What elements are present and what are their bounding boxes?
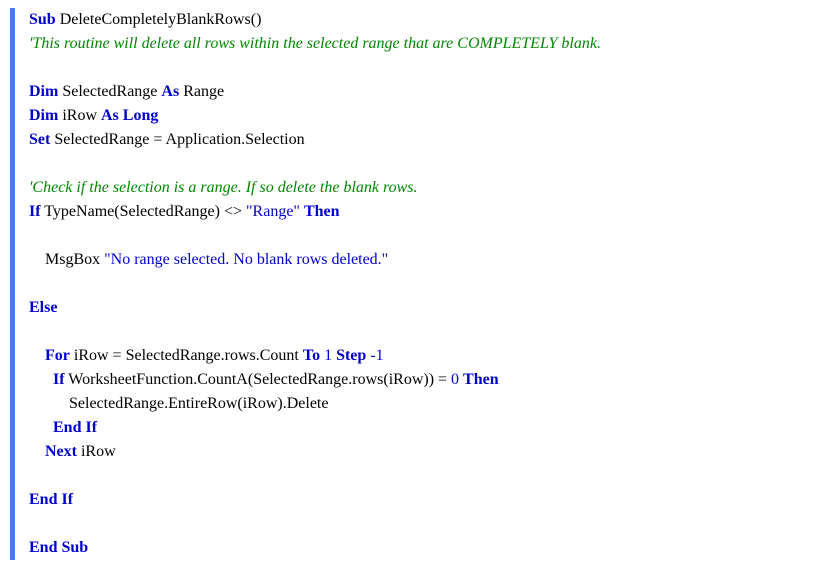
keyword-else: Else xyxy=(29,299,57,316)
expression: TypeName(SelectedRange) <> xyxy=(41,203,246,220)
code-line: End If xyxy=(29,488,814,512)
identifier: iRow xyxy=(58,107,101,124)
code-line: Else xyxy=(29,296,814,320)
keyword-then: Then xyxy=(304,203,340,220)
code-line: SelectedRange.EntireRow(iRow).Delete xyxy=(29,392,814,416)
code-line: If TypeName(SelectedRange) <> "Range" Th… xyxy=(29,200,814,224)
indent xyxy=(29,347,45,364)
keyword-as-long: As Long xyxy=(101,107,158,124)
code-line: MsgBox "No range selected. No blank rows… xyxy=(29,248,814,272)
keyword-sub: Sub xyxy=(29,11,56,28)
expression: iRow = SelectedRange.rows.Count xyxy=(70,347,303,364)
code-line: Next iRow xyxy=(29,440,814,464)
indent xyxy=(29,443,45,460)
keyword-end-if: End If xyxy=(53,419,97,436)
code-block: Sub DeleteCompletelyBlankRows() 'This ro… xyxy=(10,8,814,560)
keyword-set: Set xyxy=(29,131,50,148)
keyword-as: As xyxy=(161,83,179,100)
type-name: Range xyxy=(179,83,224,100)
string-literal: "No range selected. No blank rows delete… xyxy=(104,251,388,268)
expression: WorksheetFunction.CountA(SelectedRange.r… xyxy=(65,371,451,388)
code-line: End If xyxy=(29,416,814,440)
keyword-if: If xyxy=(53,371,65,388)
string-literal: "Range" xyxy=(246,203,300,220)
msgbox-call: MsgBox xyxy=(29,251,104,268)
code-line: Sub DeleteCompletelyBlankRows() xyxy=(29,8,814,32)
keyword-if: If xyxy=(29,203,41,220)
keyword-next: Next xyxy=(45,443,77,460)
statement: SelectedRange.EntireRow(iRow).Delete xyxy=(29,395,328,412)
code-line: Set SelectedRange = Application.Selectio… xyxy=(29,128,814,152)
code-line: If WorksheetFunction.CountA(SelectedRang… xyxy=(29,368,814,392)
comment-text: 'Check if the selection is a range. If s… xyxy=(29,179,418,196)
code-line: 'Check if the selection is a range. If s… xyxy=(29,176,814,200)
blank-line xyxy=(29,464,814,488)
blank-line xyxy=(29,320,814,344)
identifier: iRow xyxy=(77,443,116,460)
code-line: 'This routine will delete all rows withi… xyxy=(29,32,814,56)
indent xyxy=(29,419,53,436)
keyword-end-sub: End Sub xyxy=(29,539,88,556)
blank-line xyxy=(29,56,814,80)
number-literal: 0 xyxy=(451,371,459,388)
blank-line xyxy=(29,152,814,176)
keyword-for: For xyxy=(45,347,70,364)
assignment: SelectedRange = Application.Selection xyxy=(50,131,304,148)
keyword-dim: Dim xyxy=(29,83,58,100)
code-line: Dim iRow As Long xyxy=(29,104,814,128)
blank-line xyxy=(29,512,814,536)
code-line: For iRow = SelectedRange.rows.Count To 1… xyxy=(29,344,814,368)
number-literal: -1 xyxy=(370,347,383,364)
code-line: Dim SelectedRange As Range xyxy=(29,80,814,104)
number-literal: 1 xyxy=(324,347,332,364)
keyword-to: To xyxy=(303,347,320,364)
identifier: SelectedRange xyxy=(58,83,161,100)
blank-line xyxy=(29,272,814,296)
code-line: End Sub xyxy=(29,536,814,560)
blank-line xyxy=(29,224,814,248)
keyword-step: Step xyxy=(336,347,366,364)
sub-name: DeleteCompletelyBlankRows() xyxy=(56,11,262,28)
comment-text: 'This routine will delete all rows withi… xyxy=(29,35,601,52)
keyword-dim: Dim xyxy=(29,107,58,124)
keyword-then: Then xyxy=(463,371,499,388)
keyword-end-if: End If xyxy=(29,491,73,508)
indent xyxy=(29,371,53,388)
